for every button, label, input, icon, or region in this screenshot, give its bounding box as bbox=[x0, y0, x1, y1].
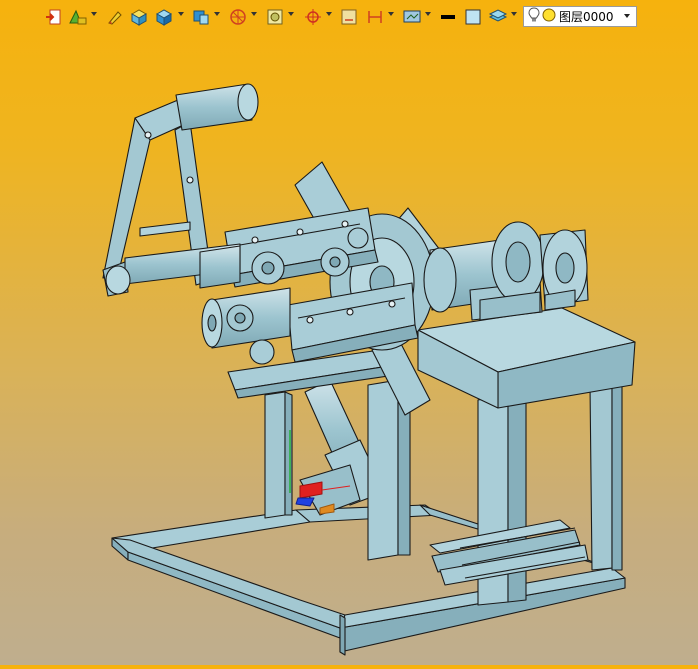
view-orientation-icon[interactable] bbox=[192, 7, 210, 27]
lightbulb-icon[interactable] bbox=[528, 7, 540, 26]
render-mode-icon[interactable] bbox=[266, 7, 284, 27]
layer-manager-icon[interactable] bbox=[488, 7, 508, 27]
chevron-down-icon[interactable] bbox=[624, 14, 630, 18]
sketch-tools-icon[interactable] bbox=[68, 7, 88, 27]
line-color-icon[interactable] bbox=[439, 7, 457, 27]
import-icon[interactable] bbox=[44, 7, 62, 27]
dimension-icon[interactable] bbox=[340, 7, 358, 27]
main-toolbar: 图层0000 bbox=[0, 0, 698, 34]
measure-icon[interactable] bbox=[366, 7, 384, 27]
crosshair-icon[interactable] bbox=[304, 7, 322, 27]
pencil-icon[interactable] bbox=[106, 7, 124, 27]
display-settings-icon[interactable] bbox=[402, 7, 422, 27]
3d-viewport[interactable] bbox=[0, 0, 698, 665]
cube-icon[interactable] bbox=[155, 7, 173, 27]
cad-model-view[interactable] bbox=[0, 0, 698, 665]
circle-snap-icon[interactable] bbox=[229, 7, 247, 27]
upper-roller bbox=[199, 245, 241, 289]
layer-name: 图层0000 bbox=[559, 10, 614, 24]
solid-box-icon[interactable] bbox=[130, 7, 148, 27]
layer-dropdown[interactable]: 图层0000 bbox=[523, 6, 637, 27]
fill-color-icon[interactable] bbox=[464, 7, 482, 27]
yellow-circle-icon[interactable] bbox=[542, 8, 556, 25]
right-shaft-assembly bbox=[423, 221, 589, 321]
